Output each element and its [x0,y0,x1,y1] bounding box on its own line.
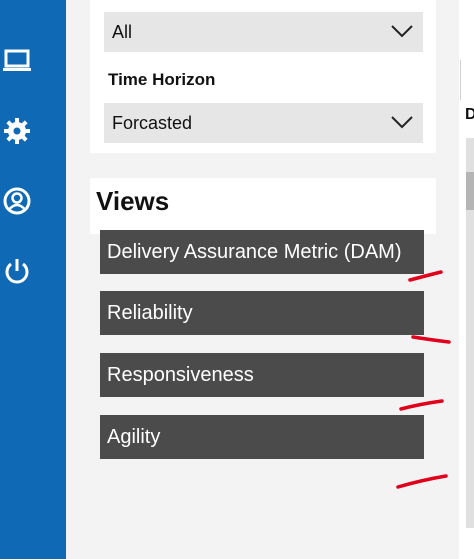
time-horizon-label: Time Horizon [108,70,216,89]
view-button-agility[interactable]: Agility [100,415,424,459]
scrollbar-thumb[interactable] [466,172,474,210]
chevron-down-icon [391,116,413,129]
time-horizon-select-value: Forcasted [112,112,193,133]
laptop-icon[interactable] [0,44,34,78]
annotation-underline-reliability [411,335,451,344]
user-circle-icon-graphic [3,187,31,215]
panel-divider [460,60,461,100]
view-button-dam[interactable]: Delivery Assurance Metric (DAM) [100,230,424,274]
view-button-reliability[interactable]: Reliability [100,291,424,335]
gear-icon-graphic [4,118,30,144]
user-circle-icon[interactable] [0,184,34,218]
views-heading: Views [96,186,170,216]
annotation-underline-responsiveness [399,399,444,411]
adjacent-panel-title: D [465,106,474,123]
views-panel: Views [90,178,436,234]
category-select[interactable]: All [104,12,423,52]
chevron-down-icon [391,25,413,38]
annotation-underline-agility [396,474,448,489]
filter-panel: All Time Horizon Forcasted [90,0,436,153]
category-select-value: All [112,21,133,42]
view-button-responsiveness[interactable]: Responsiveness [100,353,424,397]
nav-rail [0,0,66,559]
panel-gutter [66,0,90,559]
laptop-icon-graphic [3,49,31,71]
time-horizon-select[interactable]: Forcasted [104,103,423,143]
power-icon-graphic [5,259,29,284]
gear-icon[interactable] [0,114,34,148]
power-icon[interactable] [0,254,34,288]
